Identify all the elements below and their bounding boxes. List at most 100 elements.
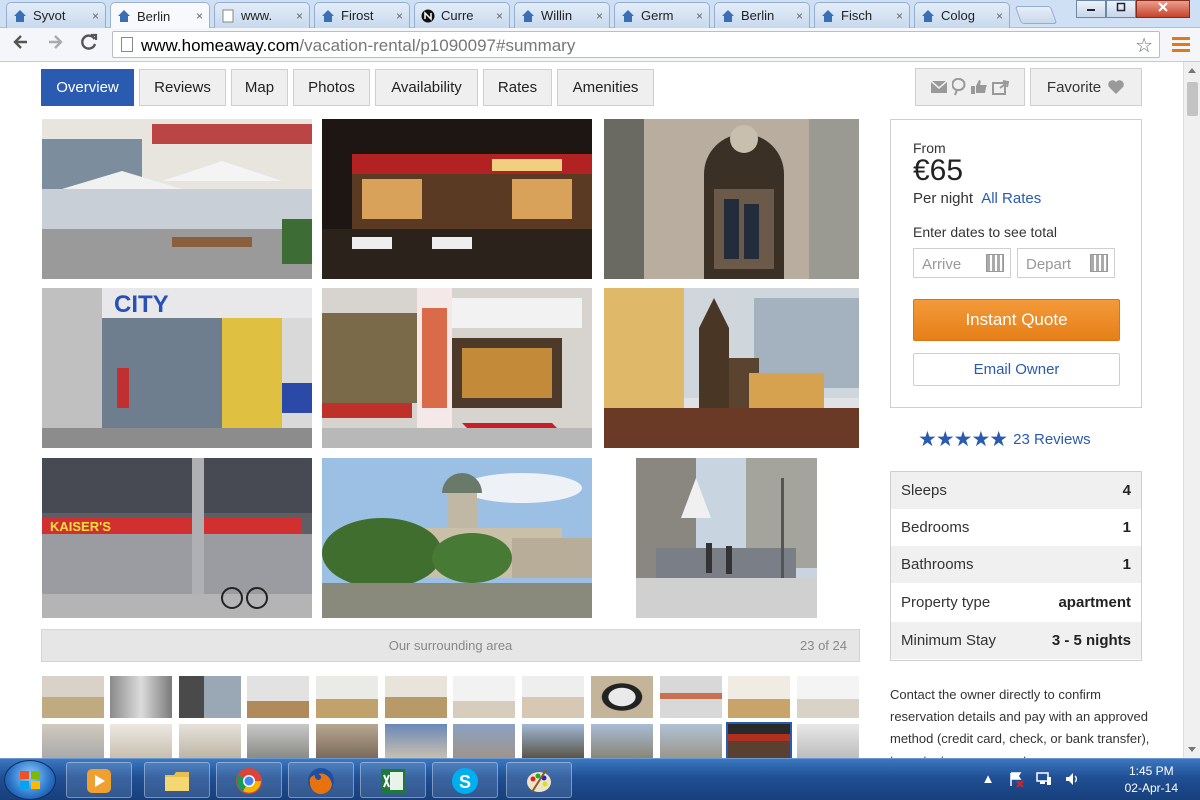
tab-close-icon[interactable]: × xyxy=(92,9,99,23)
thumbnail-15[interactable] xyxy=(179,724,241,758)
thumbnail-16[interactable] xyxy=(247,724,309,758)
thumbnail-1[interactable] xyxy=(42,676,104,718)
thumbnail-7[interactable] xyxy=(453,676,515,718)
thumbnail-14[interactable] xyxy=(110,724,172,758)
arrive-date-input[interactable]: Arrive xyxy=(913,248,1011,278)
back-button[interactable] xyxy=(8,32,34,58)
all-rates-link[interactable]: All Rates xyxy=(981,190,1041,207)
browser-tab-8[interactable]: Berlin × xyxy=(714,2,810,28)
tab-availability[interactable]: Availability xyxy=(375,69,478,106)
forward-button[interactable] xyxy=(42,32,68,58)
browser-tab-10[interactable]: Colog × xyxy=(914,2,1010,28)
reload-button[interactable] xyxy=(76,32,102,58)
taskbar-paint[interactable] xyxy=(506,762,572,798)
bookmark-star-icon[interactable]: ☆ xyxy=(1135,33,1153,58)
tab-map[interactable]: Map xyxy=(231,69,288,106)
thumbnail-13[interactable] xyxy=(42,724,104,758)
url-text[interactable]: www.homeaway.com/vacation-rental/p109009… xyxy=(141,36,575,56)
tab-close-icon[interactable]: × xyxy=(396,9,403,23)
photo-kaisers-supermarket[interactable]: KAISER'S xyxy=(42,458,312,618)
thumbnail-19[interactable] xyxy=(453,724,515,758)
taskbar-skype[interactable]: S xyxy=(432,762,498,798)
reviews-count-link[interactable]: 23 Reviews xyxy=(1013,431,1091,448)
window-maximize-button[interactable] xyxy=(1106,0,1136,18)
browser-tab-5[interactable]: Curre × xyxy=(414,2,510,28)
photo-city-store[interactable]: CITY xyxy=(42,288,312,448)
thumbnail-3[interactable] xyxy=(179,676,241,718)
tab-close-icon[interactable]: × xyxy=(496,9,503,23)
tab-close-icon[interactable]: × xyxy=(296,9,303,23)
new-tab-button[interactable] xyxy=(1014,6,1058,24)
taskbar-clock[interactable]: 1:45 PM 02-Apr-14 xyxy=(1125,763,1178,797)
address-bar[interactable]: www.homeaway.com/vacation-rental/p109009… xyxy=(112,31,1160,58)
thumbnail-5[interactable] xyxy=(316,676,378,718)
thumbnail-2[interactable] xyxy=(110,676,172,718)
photo-street-scene[interactable] xyxy=(636,458,817,618)
favorite-button[interactable]: Favorite xyxy=(1030,68,1142,106)
window-minimize-button[interactable] xyxy=(1076,0,1106,18)
browser-tab-4[interactable]: Firost × xyxy=(314,2,410,28)
thumbnail-4[interactable] xyxy=(247,676,309,718)
network-icon[interactable] xyxy=(1036,771,1052,787)
tab-close-icon[interactable]: × xyxy=(896,9,903,23)
facebook-like-icon[interactable] xyxy=(970,79,988,95)
photo-dome-square[interactable] xyxy=(322,458,592,618)
page-scrollbar[interactable] xyxy=(1183,62,1200,758)
taskbar-excel[interactable] xyxy=(360,762,426,798)
thumbnail-23-selected[interactable] xyxy=(726,722,792,758)
thumbnail-10[interactable] xyxy=(660,676,722,718)
action-center-flag-icon[interactable] xyxy=(1008,771,1024,787)
photo-entrance-door[interactable] xyxy=(604,119,859,279)
tab-reviews[interactable]: Reviews xyxy=(139,69,226,106)
photo-currywurst-museum[interactable] xyxy=(322,288,592,448)
photo-night-terrace[interactable] xyxy=(322,119,592,279)
taskbar-chrome[interactable] xyxy=(216,762,282,798)
thumbnail-22[interactable] xyxy=(660,724,722,758)
browser-tab-3[interactable]: www. × xyxy=(214,2,310,28)
taskbar-firefox[interactable] xyxy=(288,762,354,798)
tab-close-icon[interactable]: × xyxy=(596,9,603,23)
browser-tab-2-active[interactable]: Berlin × xyxy=(110,2,210,29)
tab-rates[interactable]: Rates xyxy=(483,69,552,106)
tab-photos[interactable]: Photos xyxy=(293,69,370,106)
volume-icon[interactable] xyxy=(1064,771,1080,787)
window-close-button[interactable] xyxy=(1136,0,1190,18)
browser-tab-6[interactable]: Willin × xyxy=(514,2,610,28)
tab-overview[interactable]: Overview xyxy=(41,69,134,106)
thumbnail-12[interactable] xyxy=(797,676,859,718)
browser-tab-7[interactable]: Germ × xyxy=(614,2,710,28)
photo-church-model[interactable] xyxy=(604,288,859,448)
tab-close-icon[interactable]: × xyxy=(196,9,203,23)
tab-close-icon[interactable]: × xyxy=(696,9,703,23)
thumbnail-18[interactable] xyxy=(385,724,447,758)
thumbnail-6[interactable] xyxy=(385,676,447,718)
browser-tab-9[interactable]: Fisch × xyxy=(814,2,910,28)
thumbnail-24[interactable] xyxy=(797,724,859,758)
email-owner-button[interactable]: Email Owner xyxy=(913,353,1120,386)
tab-close-icon[interactable]: × xyxy=(796,9,803,23)
email-share-icon[interactable] xyxy=(930,80,948,94)
thumbnail-20[interactable] xyxy=(522,724,584,758)
depart-date-input[interactable]: Depart xyxy=(1017,248,1115,278)
taskbar-media-player[interactable] xyxy=(66,762,132,798)
browser-menu-icon[interactable] xyxy=(1172,34,1190,54)
instant-quote-button[interactable]: Instant Quote xyxy=(913,299,1120,341)
show-hidden-icons-icon[interactable]: ▲ xyxy=(980,771,996,787)
url-path: /vacation-rental/p1090097#summary xyxy=(299,36,576,55)
scroll-up-arrow-icon[interactable] xyxy=(1188,68,1196,73)
thumbnail-8[interactable] xyxy=(522,676,584,718)
thumbnail-17[interactable] xyxy=(316,724,378,758)
pinterest-share-icon[interactable] xyxy=(952,78,966,96)
taskbar-file-explorer[interactable] xyxy=(144,762,210,798)
scrollbar-thumb[interactable] xyxy=(1187,82,1198,116)
start-button[interactable] xyxy=(4,760,56,800)
scroll-down-arrow-icon[interactable] xyxy=(1188,747,1196,752)
tab-amenities[interactable]: Amenities xyxy=(557,69,654,106)
thumbnail-11[interactable] xyxy=(728,676,790,718)
thumbnail-9[interactable] xyxy=(591,676,653,718)
photo-restaurant-street[interactable] xyxy=(42,119,312,279)
thumbnail-21[interactable] xyxy=(591,724,653,758)
browser-tab-1[interactable]: Syvot × xyxy=(6,2,106,28)
share-arrow-icon[interactable] xyxy=(992,79,1010,95)
tab-close-icon[interactable]: × xyxy=(996,9,1003,23)
